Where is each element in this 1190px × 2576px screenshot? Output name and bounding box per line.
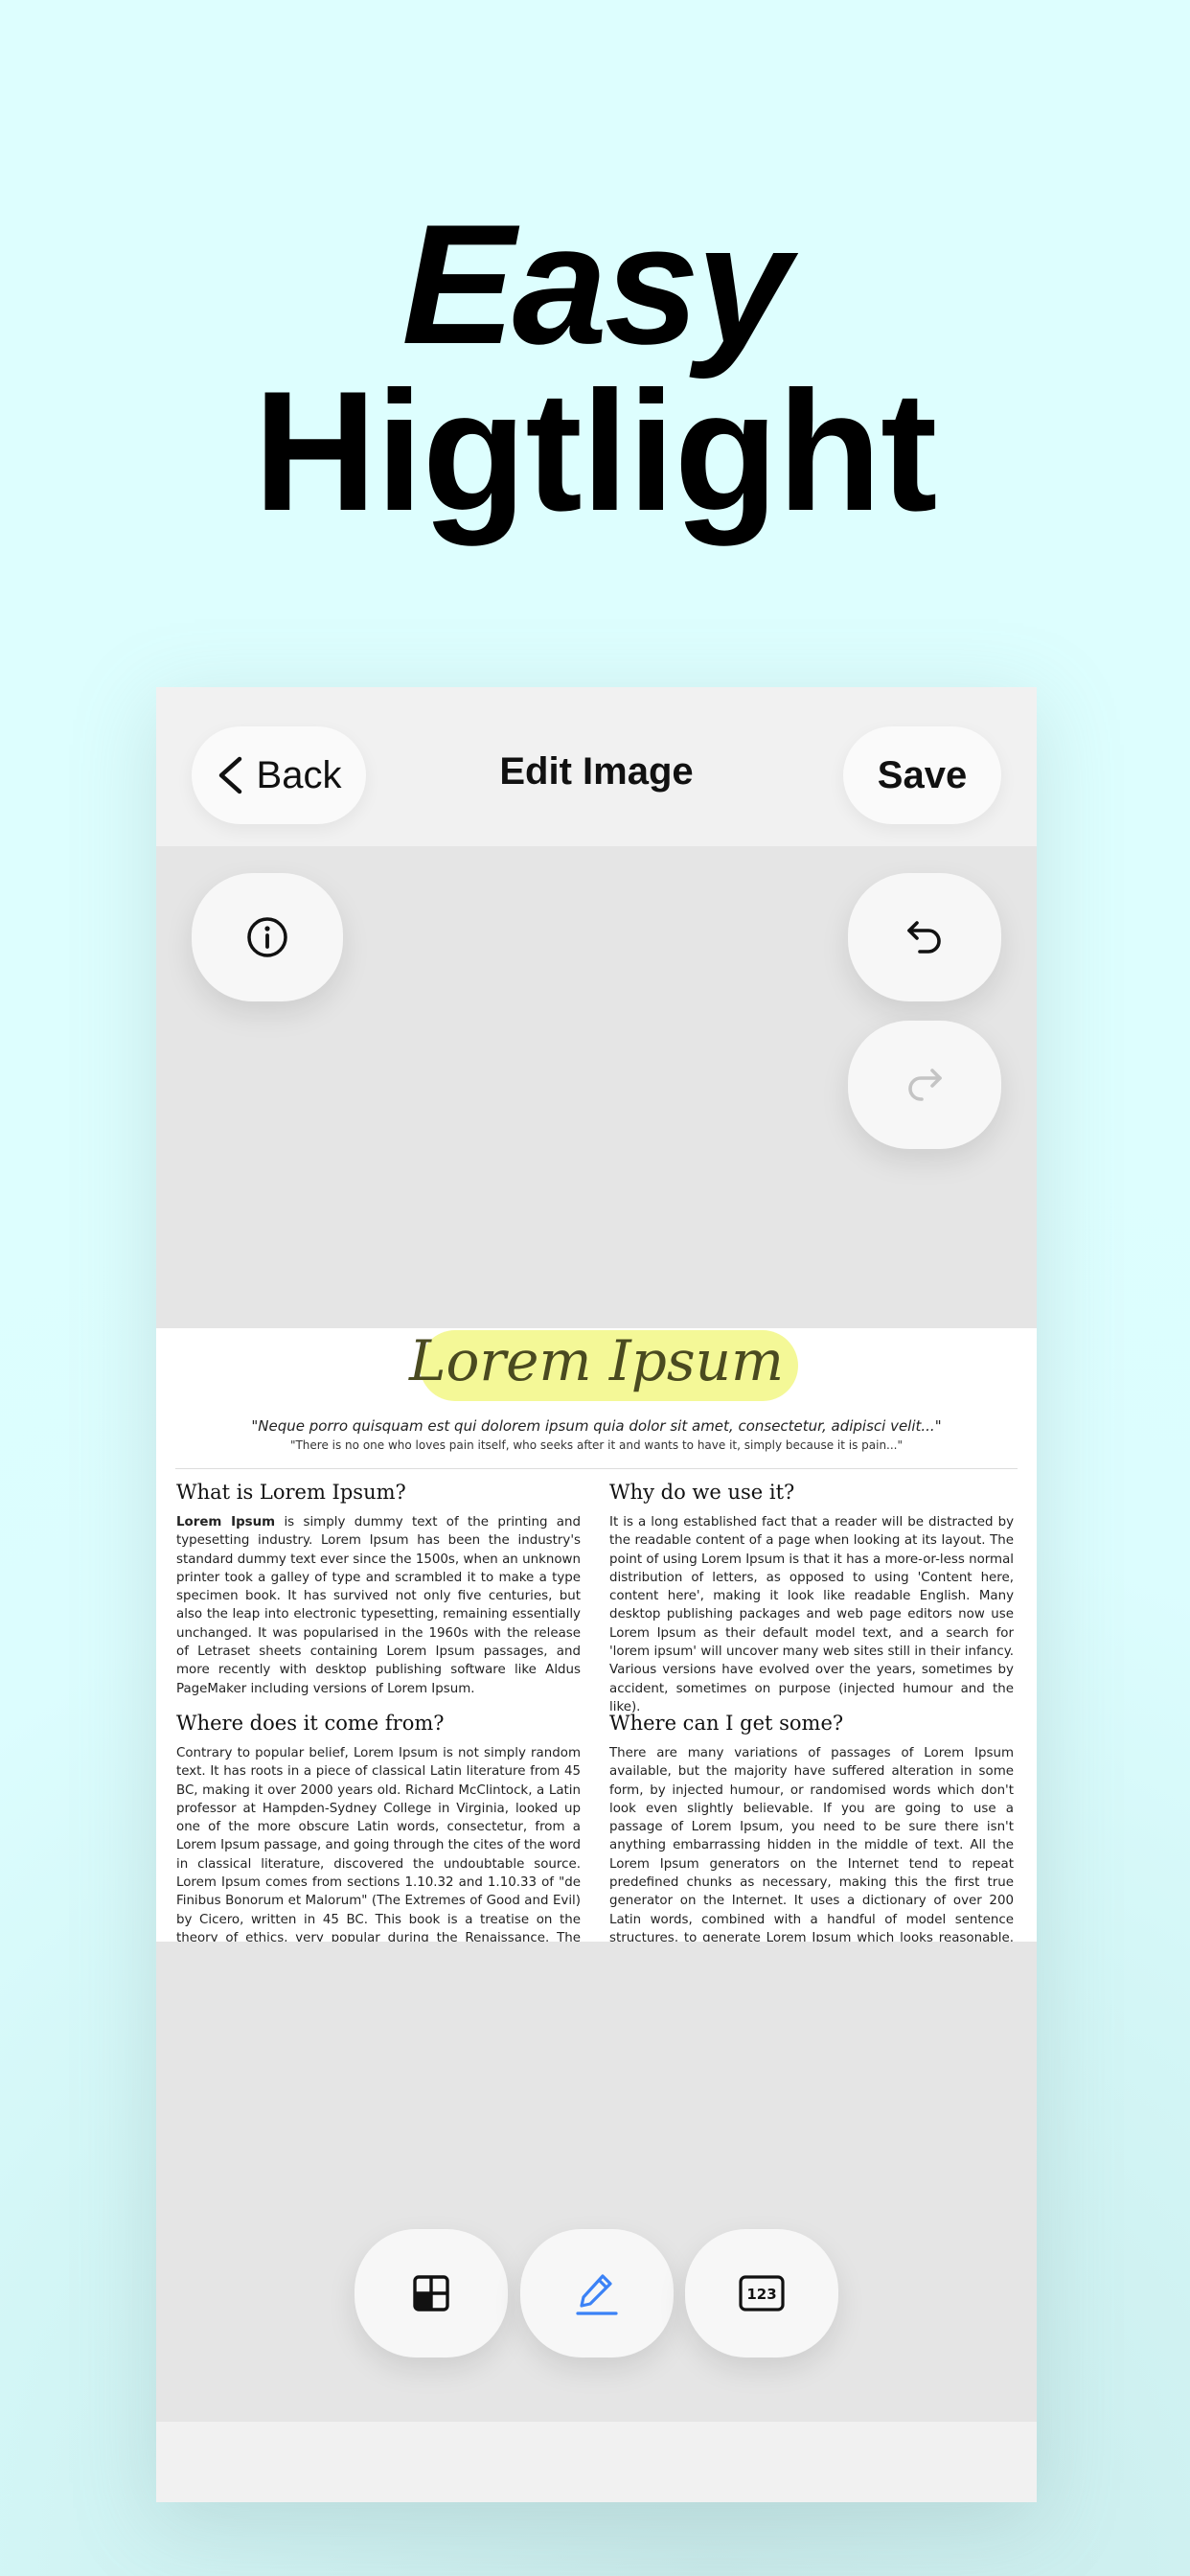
document-subquote: "There is no one who loves pain itself, … — [289, 1438, 904, 1452]
section-body: Contrary to popular belief, Lorem Ipsum … — [176, 1746, 581, 1942]
number-tool-button[interactable]: 123 — [685, 2229, 838, 2358]
section-heading: Where does it come from? — [176, 1712, 445, 1735]
home-indicator-bar — [156, 2422, 1037, 2502]
section-heading: Why do we use it? — [609, 1481, 795, 1504]
navigation-bar: Back Edit Image Save — [156, 687, 1037, 846]
document-quote: "Neque porro quisquam est qui dolorem ip… — [251, 1417, 942, 1435]
redo-button[interactable] — [848, 1021, 1001, 1149]
section-body: It is a long established fact that a rea… — [609, 1515, 1014, 1714]
section-body: There are many variations of passages of… — [609, 1746, 1014, 1942]
section-body: Lorem Ipsum is simply dummy text of the … — [176, 1513, 581, 1698]
document-image[interactable]: Lorem Ipsum "Neque porro quisquam est qu… — [156, 1328, 1037, 1942]
svg-text:123: 123 — [746, 2286, 776, 2303]
headline-line-2: Higtlight — [253, 356, 938, 546]
headline-line-1: Easy — [401, 189, 791, 380]
pen-icon — [576, 2274, 618, 2315]
section-heading: What is Lorem Ipsum? — [176, 1481, 406, 1504]
section-where-from: Where does it come from? Contrary to pop… — [176, 1712, 581, 1942]
save-label: Save — [877, 753, 968, 796]
section-text: is simply dummy text of the printing and… — [176, 1515, 582, 1696]
info-icon — [247, 917, 287, 957]
divider — [175, 1468, 1018, 1469]
undo-button[interactable] — [848, 873, 1001, 1001]
section-lead: Lorem Ipsum — [176, 1515, 276, 1530]
grid-icon — [413, 2275, 449, 2312]
section-what-is: What is Lorem Ipsum? Lorem Ipsum is simp… — [176, 1481, 581, 1698]
undo-icon — [907, 921, 941, 954]
section-why-use: Why do we use it? It is a long establish… — [609, 1481, 1014, 1716]
info-button[interactable] — [192, 873, 343, 1001]
section-heading: Where can I get some? — [609, 1712, 844, 1735]
document-title: Lorem Ipsum — [408, 1328, 785, 1393]
grid-tool-button[interactable] — [355, 2229, 508, 2358]
highlight-tool-button[interactable] — [520, 2229, 674, 2358]
section-where-get: Where can I get some? There are many var… — [609, 1712, 1014, 1942]
redo-icon — [908, 1069, 942, 1101]
save-button[interactable]: Save — [843, 726, 1001, 824]
phone-screen: Back Edit Image Save Lorem Ipsum "Neque … — [156, 687, 1037, 2502]
123-icon: 123 — [739, 2275, 785, 2312]
